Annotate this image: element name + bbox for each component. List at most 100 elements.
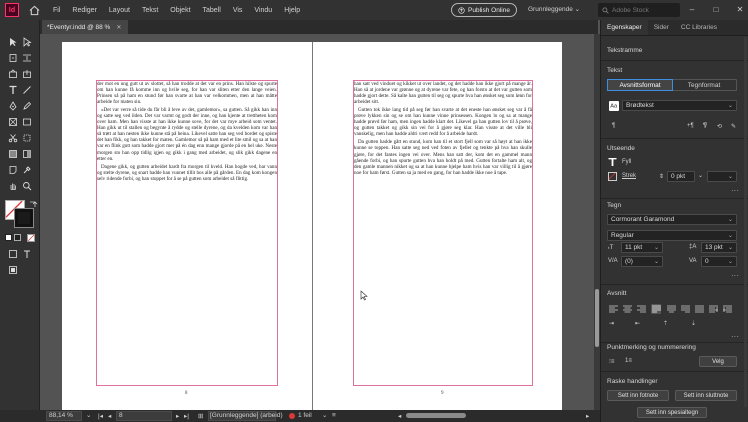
horizontal-scroll-thumb[interactable] <box>406 413 466 418</box>
clear-overrides-icon[interactable]: ¶̸ <box>703 123 706 129</box>
more-options-icon[interactable]: ··· <box>731 332 739 341</box>
tab-sider[interactable]: Sider <box>648 20 675 35</box>
gap-tool-icon[interactable] <box>22 53 32 63</box>
content-collector-icon[interactable] <box>8 69 18 79</box>
gradient-tool-icon[interactable] <box>8 149 18 159</box>
stroke-weight-field[interactable]: 0 pkt <box>667 171 695 182</box>
align-towards-spine-icon[interactable] <box>709 305 718 313</box>
menu-tekst[interactable]: Tekst <box>142 7 158 14</box>
justify-left-icon[interactable] <box>651 304 661 314</box>
default-fill-icon[interactable] <box>5 234 12 241</box>
menu-fil[interactable]: Fil <box>53 7 60 14</box>
right-text-frame[interactable]: han satt ved vinduet og kikket ut over l… <box>353 80 533 386</box>
hand-tool-icon[interactable] <box>8 181 18 191</box>
canvas-scroll-thumb[interactable] <box>595 289 599 347</box>
pencil-tool-icon[interactable] <box>22 101 32 111</box>
eyedropper-tool-icon[interactable] <box>22 165 32 175</box>
page-tool-icon[interactable] <box>8 53 18 63</box>
swap-colors-icon[interactable] <box>28 199 38 207</box>
last-page-icon[interactable]: ▸| <box>184 412 189 420</box>
maximize-icon[interactable]: □ <box>712 4 720 14</box>
left-text-frame[interactable]: der mot en ung gutt ut av slottet, så ha… <box>96 80 278 386</box>
close-tab-icon[interactable]: ✕ <box>116 24 121 31</box>
stroke-weight-chevron-icon[interactable]: ⌄ <box>698 172 703 179</box>
stroke-label[interactable]: Strek <box>622 173 636 179</box>
tab-egenskaper[interactable]: Egenskaper <box>601 20 648 35</box>
home-icon[interactable] <box>29 4 41 16</box>
workspace-selector[interactable]: Grunnleggende ⌄ <box>528 5 580 13</box>
right-page[interactable]: han satt ved vinduet og kikket ut over l… <box>312 42 562 410</box>
leading-field[interactable]: 13 pkt ⌄ <box>701 242 737 253</box>
scissors-tool-icon[interactable] <box>8 133 18 143</box>
font-style-dropdown[interactable]: Regular ⌄ <box>607 230 737 241</box>
preflight-chevron-icon[interactable]: ⌄ <box>322 411 327 419</box>
new-style-icon[interactable]: +¶ <box>687 123 694 129</box>
fill-text-icon[interactable] <box>608 157 617 166</box>
insert-footnote-button[interactable]: Sett inn fotnote <box>607 390 669 401</box>
menu-vis[interactable]: Vis <box>233 7 243 14</box>
adobe-stock-search[interactable]: Adobe Stock <box>598 3 680 17</box>
document-tab[interactable]: *Eventyr.indd @ 88 % ✕ <box>42 20 128 34</box>
menu-vindu[interactable]: Vindu <box>254 7 272 14</box>
gradient-feather-tool-icon[interactable] <box>22 149 32 159</box>
default-stroke-icon[interactable] <box>14 234 21 241</box>
rectangle-tool-icon[interactable] <box>22 117 32 127</box>
align-center-icon[interactable] <box>623 305 632 313</box>
zoom-tool-icon[interactable] <box>22 181 32 191</box>
zoom-chevron-icon[interactable]: ⌄ <box>86 411 91 419</box>
normal-view-icon[interactable] <box>8 265 18 275</box>
tab-cc-libraries[interactable]: CC Libraries <box>675 20 723 35</box>
line-tool-icon[interactable] <box>22 85 32 95</box>
font-size-field[interactable]: 11 pkt ⌄ <box>621 242 663 253</box>
preflight-menu-icon[interactable]: ≡ <box>332 412 336 419</box>
bullet-list-icon[interactable]: ⁝≡ <box>609 358 614 365</box>
insert-endnote-button[interactable]: Sett inn sluttnote <box>675 390 737 401</box>
menu-rediger[interactable]: Rediger <box>72 7 97 14</box>
bullets-select-button[interactable]: Velg <box>699 356 737 367</box>
direct-selection-tool-icon[interactable] <box>22 37 32 47</box>
style-options-icon[interactable]: ✎ <box>731 123 736 130</box>
kerning-field[interactable]: (0) ⌄ <box>621 256 663 267</box>
selection-tool-icon[interactable] <box>8 37 18 47</box>
minimize-icon[interactable]: – <box>688 4 696 14</box>
close-icon[interactable]: ✕ <box>736 4 744 14</box>
paragraph-style-dropdown[interactable]: Brødtekst ⌄ <box>622 100 737 111</box>
next-page-icon[interactable]: ▸ <box>176 412 179 420</box>
align-right-icon[interactable] <box>637 305 646 313</box>
page-field[interactable] <box>116 411 172 421</box>
insert-special-character-button[interactable]: Sett inn spesialtegn <box>637 407 707 418</box>
formatting-container-icon[interactable] <box>8 249 18 259</box>
scroll-left-icon[interactable]: ◂ <box>398 412 401 420</box>
numbered-list-icon[interactable]: 1≡ <box>625 358 632 364</box>
first-page-icon[interactable]: |◂ <box>98 412 103 420</box>
menu-tabell[interactable]: Tabell <box>203 7 221 14</box>
justify-right-icon[interactable] <box>681 305 690 313</box>
free-transform-tool-icon[interactable] <box>22 133 32 143</box>
menu-layout[interactable]: Layout <box>109 7 130 14</box>
paragraph-styles-button[interactable]: Avsnittsformat <box>607 79 673 91</box>
content-placer-icon[interactable] <box>22 69 32 79</box>
document-canvas[interactable]: der mot en ung gutt ut av slottet, så ha… <box>40 34 594 410</box>
note-tool-icon[interactable] <box>8 165 18 175</box>
stroke-swatch[interactable] <box>14 208 34 228</box>
justify-all-icon[interactable] <box>695 305 704 313</box>
justify-center-icon[interactable] <box>667 305 676 313</box>
formatting-text-icon[interactable] <box>22 249 32 259</box>
preflight-errors[interactable]: 1 feil <box>298 412 312 419</box>
pilcrow-icon[interactable]: ¶ <box>612 123 615 129</box>
prev-page-icon[interactable]: ◂ <box>108 412 111 420</box>
left-page[interactable]: der mot en ung gutt ut av slottet, så ha… <box>62 42 312 410</box>
apply-none-icon[interactable] <box>27 234 35 242</box>
stroke-swatch-icon[interactable] <box>608 172 617 181</box>
rectangle-frame-tool-icon[interactable] <box>8 117 18 127</box>
open-page-icon[interactable]: ⊞ <box>198 412 203 420</box>
more-options-icon[interactable]: ··· <box>731 271 739 280</box>
redefine-style-icon[interactable]: ⟲ <box>717 123 722 130</box>
tracking-field[interactable]: 0 ⌄ <box>701 256 737 267</box>
stroke-type-dropdown[interactable]: ⌄ <box>707 171 737 182</box>
pen-tool-icon[interactable] <box>8 101 18 111</box>
menu-hjelp[interactable]: Hjelp <box>284 7 300 14</box>
character-styles-button[interactable]: Tegnformat <box>672 80 736 90</box>
font-family-dropdown[interactable]: Cormorant Garamond ⌄ <box>607 214 737 225</box>
align-away-from-spine-icon[interactable] <box>723 305 732 313</box>
